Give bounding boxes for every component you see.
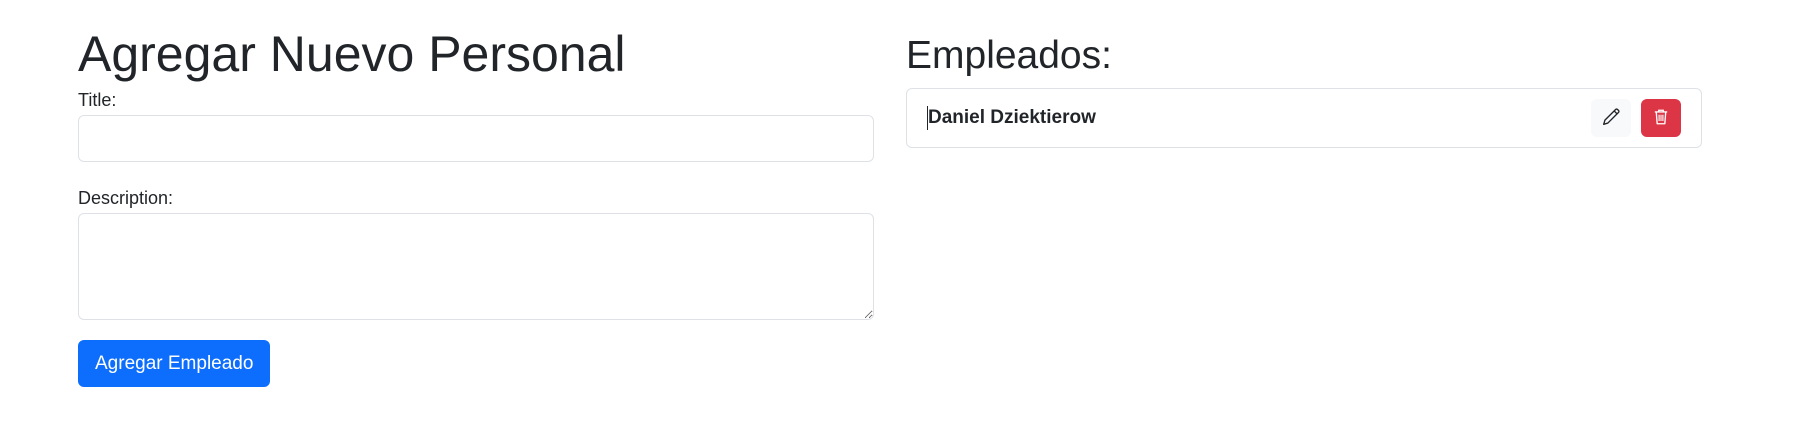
trash-icon — [1652, 108, 1670, 129]
add-employee-form: Agregar Nuevo Personal Title: Descriptio… — [78, 22, 874, 387]
title-label: Title: — [78, 90, 117, 110]
list-item: Daniel Dziektierow — [907, 89, 1701, 147]
delete-button[interactable] — [1641, 99, 1681, 137]
page-title: Agregar Nuevo Personal — [78, 26, 626, 82]
page: Agregar Nuevo Personal Title: Descriptio… — [0, 0, 1793, 440]
pencil-icon — [1602, 107, 1620, 129]
add-employee-button[interactable]: Agregar Empleado — [78, 340, 271, 387]
employee-list: Daniel Dziektierow — [906, 88, 1702, 148]
description-textarea[interactable] — [78, 213, 874, 320]
edit-button[interactable] — [1591, 99, 1631, 137]
employee-list-section: Empleados: Daniel Dziektierow — [906, 22, 1702, 148]
description-label: Description: — [78, 188, 174, 208]
employee-name: Daniel Dziektierow — [927, 106, 1591, 130]
title-input[interactable] — [78, 115, 874, 162]
employee-list-title: Empleados: — [906, 34, 1112, 77]
